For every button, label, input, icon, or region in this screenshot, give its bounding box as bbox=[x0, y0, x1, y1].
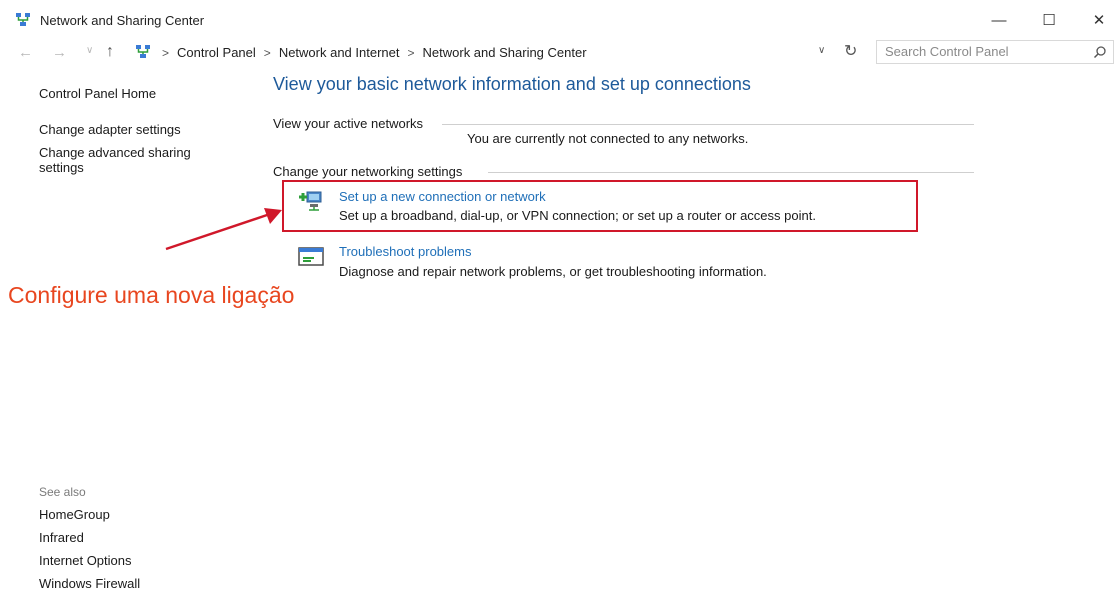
breadcrumb-separator: > bbox=[162, 45, 170, 60]
control-panel-home-link[interactable]: Control Panel Home bbox=[39, 86, 156, 101]
breadcrumb-separator: > bbox=[263, 45, 271, 60]
page-title: View your basic network information and … bbox=[273, 74, 751, 94]
up-arrow-icon[interactable]: ↑ bbox=[106, 43, 114, 61]
troubleshoot-icon bbox=[298, 247, 324, 266]
section-divider bbox=[442, 124, 974, 125]
change-advanced-sharing-settings-link[interactable]: Change advanced sharing settings bbox=[39, 145, 229, 175]
breadcrumb-network-and-sharing-center[interactable]: Network and Sharing Center bbox=[423, 45, 587, 60]
breadcrumb-network-and-internet[interactable]: Network and Internet bbox=[279, 45, 400, 60]
annotation-text: Configure uma nova ligação bbox=[8, 282, 295, 308]
address-dropdown-icon[interactable]: ∨ bbox=[818, 45, 825, 56]
windows-firewall-link[interactable]: Windows Firewall bbox=[39, 576, 140, 591]
breadcrumb-control-panel[interactable]: Control Panel bbox=[177, 45, 256, 60]
troubleshoot-problems-description: Diagnose and repair network problems, or… bbox=[339, 264, 767, 279]
back-arrow-icon[interactable]: ← bbox=[18, 44, 33, 61]
minimize-button[interactable]: — bbox=[976, 4, 1022, 36]
active-networks-heading: View your active networks bbox=[273, 116, 424, 131]
recent-locations-chevron-icon[interactable]: ∨ bbox=[86, 45, 93, 56]
infrared-link[interactable]: Infrared bbox=[39, 530, 84, 545]
search-icon[interactable] bbox=[1093, 45, 1107, 59]
highlight-box bbox=[282, 180, 918, 232]
refresh-icon[interactable]: ↻ bbox=[844, 41, 857, 61]
change-settings-heading: Change your networking settings bbox=[273, 164, 463, 179]
connection-status-text: You are currently not connected to any n… bbox=[467, 131, 749, 146]
section-divider bbox=[488, 172, 974, 173]
control-panel-location-icon bbox=[136, 45, 150, 58]
annotation-arrow-icon bbox=[165, 208, 282, 251]
internet-options-link[interactable]: Internet Options bbox=[39, 553, 132, 568]
forward-arrow-icon[interactable]: → bbox=[52, 44, 67, 61]
see-also-heading: See also bbox=[39, 485, 86, 499]
window-title: Network and Sharing Center bbox=[40, 13, 205, 28]
change-adapter-settings-link[interactable]: Change adapter settings bbox=[39, 122, 181, 137]
network-sharing-icon bbox=[16, 13, 30, 26]
breadcrumb-separator: > bbox=[407, 45, 415, 60]
search-box bbox=[876, 40, 1114, 64]
troubleshoot-problems-link[interactable]: Troubleshoot problems bbox=[339, 244, 471, 259]
breadcrumb: > Control Panel > Network and Internet >… bbox=[162, 45, 587, 60]
close-button[interactable]: ✕ bbox=[1076, 4, 1120, 36]
homegroup-link[interactable]: HomeGroup bbox=[39, 507, 110, 522]
search-input[interactable] bbox=[885, 44, 1085, 59]
maximize-button[interactable]: ☐ bbox=[1026, 4, 1072, 36]
